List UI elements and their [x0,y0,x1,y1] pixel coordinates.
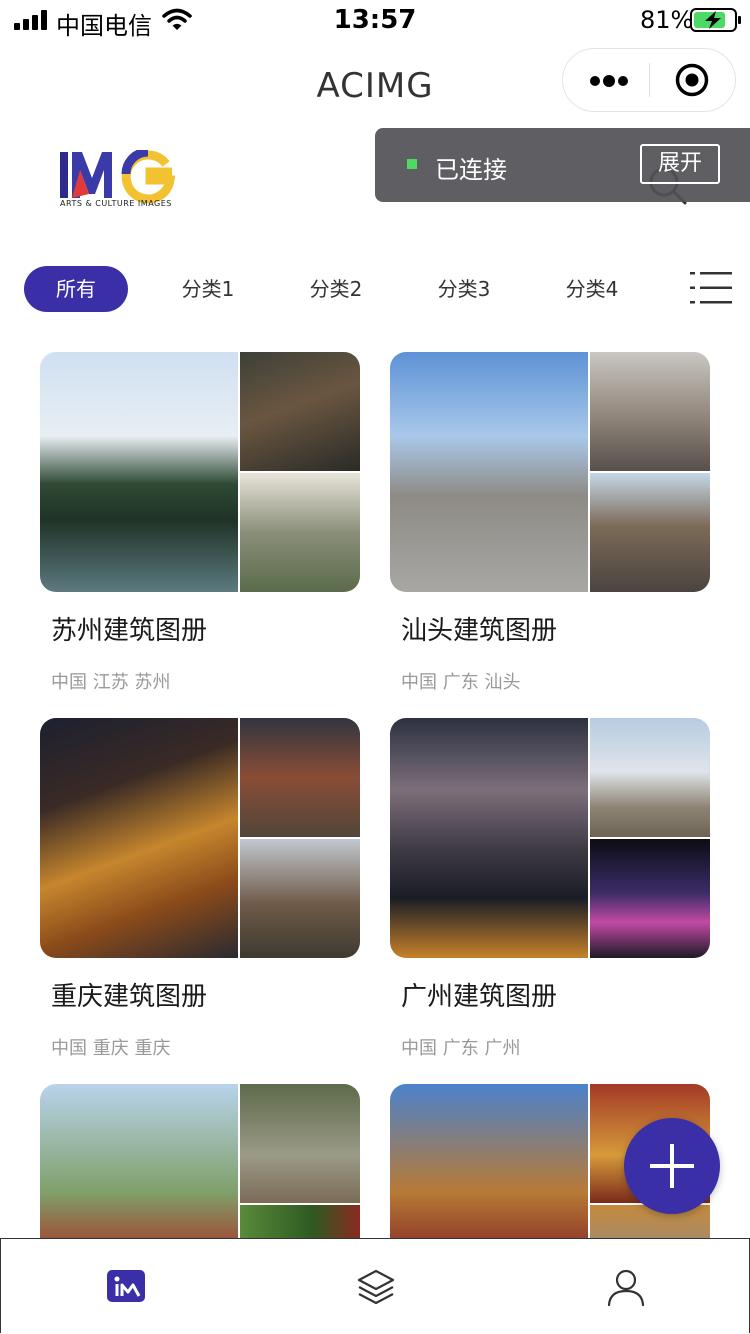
album-cover[interactable] [40,352,360,592]
bottom-tab-bar [0,1238,750,1333]
cover-main-image [390,718,588,958]
logo-caption: ARTS & CULTURE IMAGES [60,199,172,208]
cover-thumb-image [240,1084,360,1203]
album-cover[interactable] [390,718,710,958]
ellipsis-icon[interactable] [589,75,629,87]
cover-main-image [40,352,238,592]
cover-thumb-image [590,839,710,958]
image-gallery-icon[interactable] [106,1267,146,1307]
tab-category-2[interactable]: 分类2 [288,266,384,312]
target-circle-icon[interactable] [675,63,709,97]
cover-thumb-image [590,352,710,471]
expand-button[interactable]: 展开 [640,144,720,184]
cover-thumb-image [590,473,710,592]
status-bar: 中国电信 13:57 81% [0,0,750,44]
battery-percent: 81% [640,6,694,34]
capsule-divider [649,63,650,97]
album-title: 重庆建筑图册 [51,982,208,1012]
clock: 13:57 [333,5,417,35]
connection-toast: 已连接 展开 [375,128,750,202]
album-location: 中国 重庆 重庆 [51,1038,171,1059]
album-location: 中国 广东 汕头 [401,672,521,693]
layers-icon[interactable] [356,1267,396,1307]
connected-indicator [407,159,417,169]
add-button[interactable] [624,1118,720,1214]
cover-thumb-image [240,839,360,958]
cover-thumb-image [240,718,360,837]
album-title: 广州建筑图册 [401,982,558,1012]
album-location: 中国 广东 广州 [401,1038,521,1059]
cover-thumb-image [240,473,360,592]
album-title: 汕头建筑图册 [401,616,558,646]
tab-category-1[interactable]: 分类1 [160,266,256,312]
plus-icon [650,1144,694,1188]
album-title: 苏州建筑图册 [51,616,208,646]
cover-main-image [40,718,238,958]
album-card-chongqing[interactable]: 重庆建筑图册 中国 重庆 重庆 [40,718,360,1059]
battery-charging-icon [690,8,741,32]
album-card-suzhou[interactable]: 苏州建筑图册 中国 江苏 苏州 [40,352,360,693]
album-cover[interactable] [390,352,710,592]
mini-program-capsule [562,48,736,112]
album-card-guangzhou[interactable]: 广州建筑图册 中国 广东 广州 [390,718,710,1059]
tab-all[interactable]: 所有 [24,266,128,312]
album-card-shantou[interactable]: 汕头建筑图册 中国 广东 汕头 [390,352,710,693]
list-menu-icon[interactable] [690,270,732,306]
cover-main-image [390,352,588,592]
cover-thumb-image [590,718,710,837]
user-icon[interactable] [606,1267,646,1307]
tab-category-4[interactable]: 分类4 [544,266,640,312]
cover-thumb-image [240,352,360,471]
album-cover[interactable] [40,718,360,958]
connection-status: 已连接 [435,156,507,184]
tab-category-3[interactable]: 分类3 [416,266,512,312]
album-location: 中国 江苏 苏州 [51,672,171,693]
